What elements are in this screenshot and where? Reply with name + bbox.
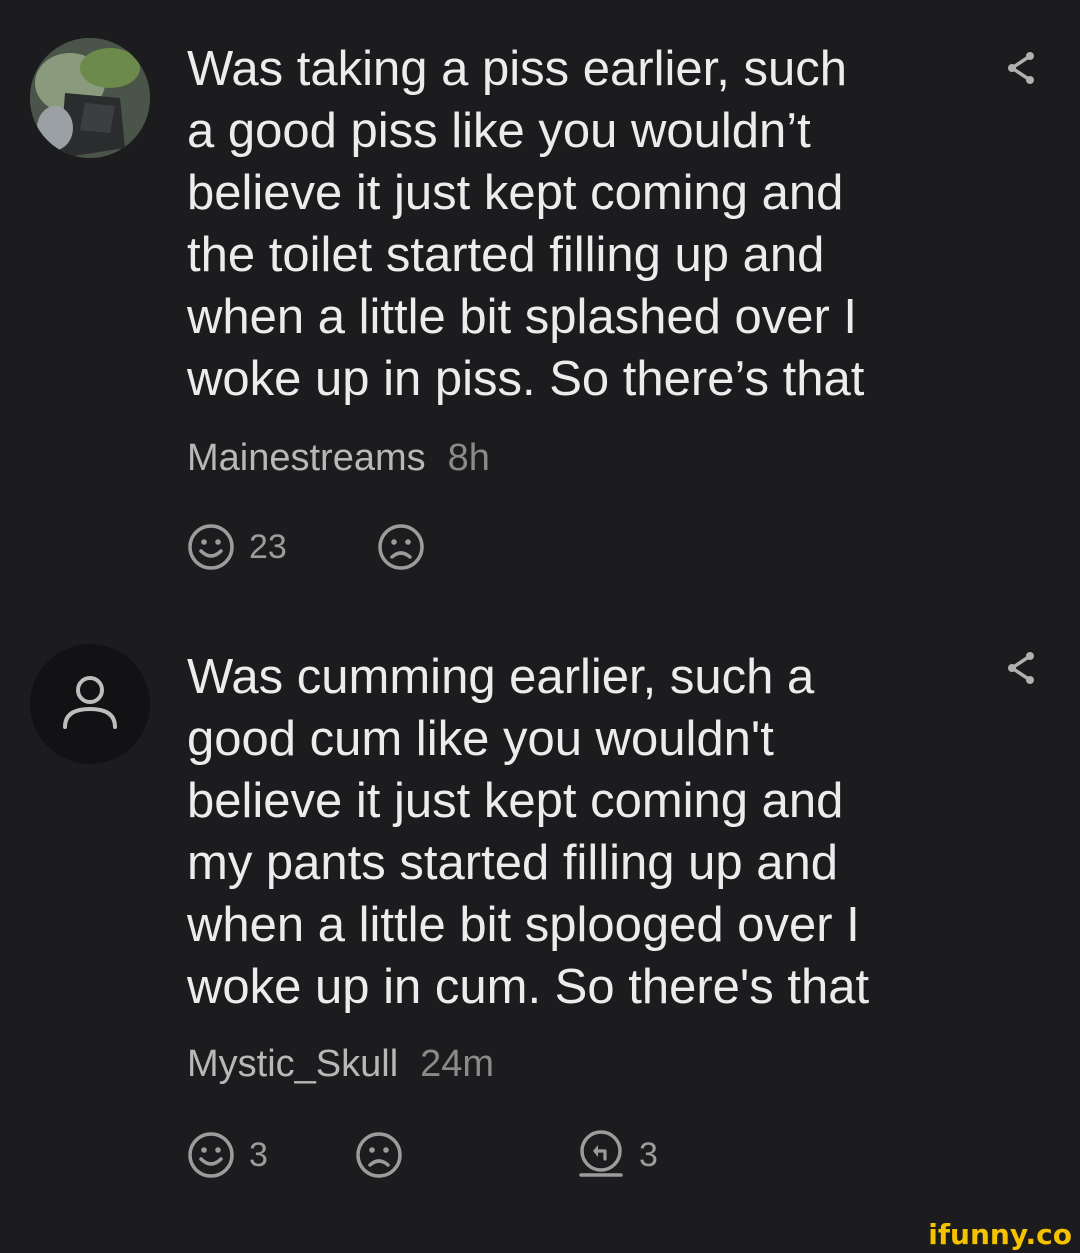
smile-count: 3 [249, 1135, 268, 1174]
default-user-icon [63, 676, 117, 729]
comment-text: Was cumming earlier, such a good cum lik… [187, 650, 870, 1014]
smile-button[interactable]: 23 [187, 522, 287, 572]
comment-meta: Mystic_Skull 24m [187, 1042, 494, 1086]
reply-count: 3 [639, 1135, 658, 1174]
reply-button[interactable]: 3 [577, 1130, 658, 1180]
smile-icon [188, 524, 234, 570]
timestamp: 8h [447, 437, 490, 479]
avatar[interactable] [30, 644, 150, 764]
share-icon[interactable] [1000, 648, 1040, 688]
unsmile-button[interactable] [377, 522, 425, 572]
unsmile-icon [356, 1132, 402, 1178]
smile-button[interactable]: 3 [187, 1130, 268, 1180]
share-icon[interactable] [1000, 48, 1040, 88]
avatar-photo-icon [30, 38, 150, 158]
watermark-logo: ifunny.co [928, 1218, 1072, 1251]
username-link[interactable]: Mainestreams [187, 437, 426, 479]
timestamp: 24m [420, 1043, 495, 1085]
avatar[interactable] [30, 38, 150, 158]
unsmile-icon [378, 524, 424, 570]
reply-icon [579, 1130, 623, 1177]
unsmile-button[interactable] [355, 1130, 403, 1180]
smile-icon [188, 1132, 234, 1178]
username-link[interactable]: Mystic_Skull [187, 1043, 398, 1085]
comment-meta: Mainestreams 8h [187, 436, 490, 480]
smile-count: 23 [249, 527, 287, 566]
comment-text: Was taking a piss earlier, such a good p… [187, 42, 865, 406]
